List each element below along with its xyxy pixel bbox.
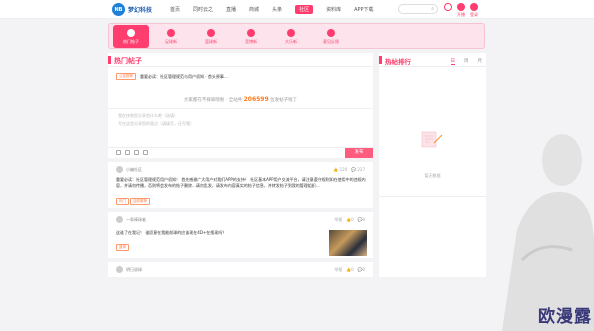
avatar[interactable]: [116, 166, 123, 173]
settings-button[interactable]: [444, 3, 452, 18]
tab-day[interactable]: 日: [450, 58, 455, 65]
like-count: 120: [339, 167, 348, 172]
basketball-icon: [207, 28, 215, 37]
content-placeholder[interactable]: 写在这里分享您的观点（请填写，还写哦）: [118, 121, 194, 127]
logo-mark: NB: [112, 3, 125, 16]
post-count: 大家都在不择知晓啦 · 全站共 206599 位发帖子啦了: [108, 96, 373, 103]
nav-app-download[interactable]: APP下载: [354, 6, 373, 13]
football-icon: [167, 28, 175, 37]
post-tag[interactable]: 活跃推荐: [130, 198, 150, 205]
post-thumbnail[interactable]: [329, 230, 367, 256]
go-live-button[interactable]: 开播: [457, 3, 465, 18]
category-lottery[interactable]: 大乐新: [273, 25, 309, 48]
nav-live[interactable]: 直播: [226, 6, 236, 13]
notice-text[interactable]: 重要必读：社区管理规范与用户须知 · 首头原事…: [140, 74, 228, 80]
title-placeholder[interactable]: 我在快和您分享些什么吧（选填）: [118, 113, 178, 119]
login-label: 登录: [470, 12, 478, 17]
post-author[interactable]: 明日说球: [126, 267, 142, 273]
like-count: 0: [351, 217, 354, 222]
section-title: 热门帖子: [114, 57, 142, 65]
background-person-image: [502, 134, 594, 331]
gear-icon: [444, 3, 452, 11]
fire-icon: [127, 28, 135, 37]
post-tag[interactable]: 篮球: [116, 244, 129, 251]
nav-headlines[interactable]: 头条: [272, 6, 282, 13]
post-card[interactable]: 小编社区 👍 120 💬 227 重要必读：社区管理规范用户须知！ 首先感谢广大…: [108, 158, 373, 208]
post-body[interactable]: 这谁了在我记！ 谁愿意在我能前球的应该现在4D+在搜现吗？: [116, 230, 316, 236]
feedback-icon: [327, 28, 335, 37]
post-card[interactable]: 明日说球 举报 👍0 💬0: [108, 258, 373, 277]
editor-toolbar: 发布: [108, 147, 373, 158]
empty-illustration-icon: [421, 131, 443, 148]
post-stats: 举报 👍0 💬0: [334, 217, 365, 222]
category-label: 篮球新: [205, 38, 217, 44]
count-suffix: 位发帖子啦了: [270, 98, 298, 103]
nav-community[interactable]: 社区: [295, 5, 314, 14]
post-author[interactable]: 一条棒球者: [126, 217, 146, 223]
trophy-icon: [247, 28, 255, 37]
accent-bar: [108, 56, 111, 64]
nav-library[interactable]: 资料库: [326, 6, 341, 13]
live-icon: [457, 3, 465, 11]
category-basketball[interactable]: 篮球新: [193, 25, 229, 48]
logo-text: 梦幻科技: [128, 7, 153, 14]
avatar[interactable]: [116, 216, 123, 223]
avatar[interactable]: [116, 266, 123, 273]
ranking-header: 热帖排行 日 周 月: [379, 53, 486, 67]
image-icon[interactable]: [125, 150, 130, 155]
category-label: 大乐新: [285, 38, 297, 44]
category-hot[interactable]: 热门帖子: [113, 25, 149, 48]
category-label: 竞博新: [245, 38, 257, 44]
post-body[interactable]: 重要必读：社区管理规范用户须知！ 首先感谢广大用户对我们APP的支持！ 社区基本…: [116, 177, 366, 189]
user-icon: [470, 3, 478, 11]
post-tag[interactable]: 热门: [116, 198, 129, 205]
category-label: 意见反馈: [323, 38, 339, 44]
category-label: 足球新: [165, 38, 177, 44]
search-icon[interactable]: ⌕: [431, 6, 434, 12]
ranking-tabs: 日 周 月: [442, 58, 483, 65]
count-prefix: 大家都在不择知晓啦 · 全站共: [183, 98, 243, 103]
like-count: 0: [351, 267, 354, 272]
tab-week[interactable]: 周: [464, 58, 469, 65]
comment-count: 0: [362, 217, 365, 222]
category-competition[interactable]: 竞博新: [233, 25, 269, 48]
link-icon[interactable]: [143, 150, 148, 155]
nav-home[interactable]: 首页: [170, 6, 180, 13]
hot-posts-panel: 热门帖子 公告推荐 重要必读：社区管理规范与用户须知 · 首头原事… 大家都在不…: [108, 53, 373, 277]
top-nav-bar: NB 梦幻科技 首页 同时云之 直播 商城 头条 社区 资料库 APP下载 ⌕ …: [0, 0, 594, 19]
notice-tag: 公告推荐: [116, 73, 136, 80]
hot-posts-header: 热门帖子: [108, 53, 373, 67]
post-stats: 举报 👍0 💬0: [334, 267, 365, 272]
category-feedback[interactable]: 意见反馈: [313, 25, 349, 48]
search-input[interactable]: ⌕: [398, 4, 438, 14]
count-value: 206599: [243, 96, 269, 103]
pinned-notice[interactable]: 公告推荐 重要必读：社区管理规范与用户须知 · 首头原事…: [116, 73, 228, 80]
publish-button[interactable]: 发布: [345, 148, 373, 158]
emoji-icon[interactable]: [116, 150, 121, 155]
post-card[interactable]: 一条棒球者 举报 👍0 💬0 这谁了在我记！ 谁愿意在我能前球的应该现在4D+在…: [108, 208, 373, 258]
post-author[interactable]: 小编社区: [126, 167, 142, 173]
site-logo[interactable]: NB 梦幻科技: [112, 3, 152, 16]
comment-count: 0: [362, 267, 365, 272]
watermark-text: 欧漫露: [538, 307, 592, 327]
category-label: 热门帖子: [123, 38, 139, 44]
nav-mall[interactable]: 商城: [249, 6, 259, 13]
accent-bar: [379, 56, 382, 64]
nav-sync[interactable]: 同时云之: [193, 6, 213, 13]
category-football[interactable]: 足球新: [153, 25, 189, 48]
comment-count: 227: [357, 167, 365, 172]
login-button[interactable]: 登录: [470, 3, 478, 18]
tab-month[interactable]: 月: [478, 58, 483, 65]
post-stats: 👍 120 💬 227: [333, 167, 365, 172]
post-editor[interactable]: 我在快和您分享些什么吧（选填） 写在这里分享您的观点（请填写，还写哦）: [108, 108, 373, 148]
go-live-label: 开播: [457, 12, 465, 17]
video-icon[interactable]: [134, 150, 139, 155]
ball-icon: [287, 28, 295, 37]
category-bar: 热门帖子 足球新 篮球新 竞博新 大乐新 意见反馈: [108, 23, 485, 49]
main-nav: 首页 同时云之 直播 商城 头条 社区 资料库 APP下载: [170, 5, 387, 14]
ranking-title: 热帖排行: [385, 58, 411, 66]
